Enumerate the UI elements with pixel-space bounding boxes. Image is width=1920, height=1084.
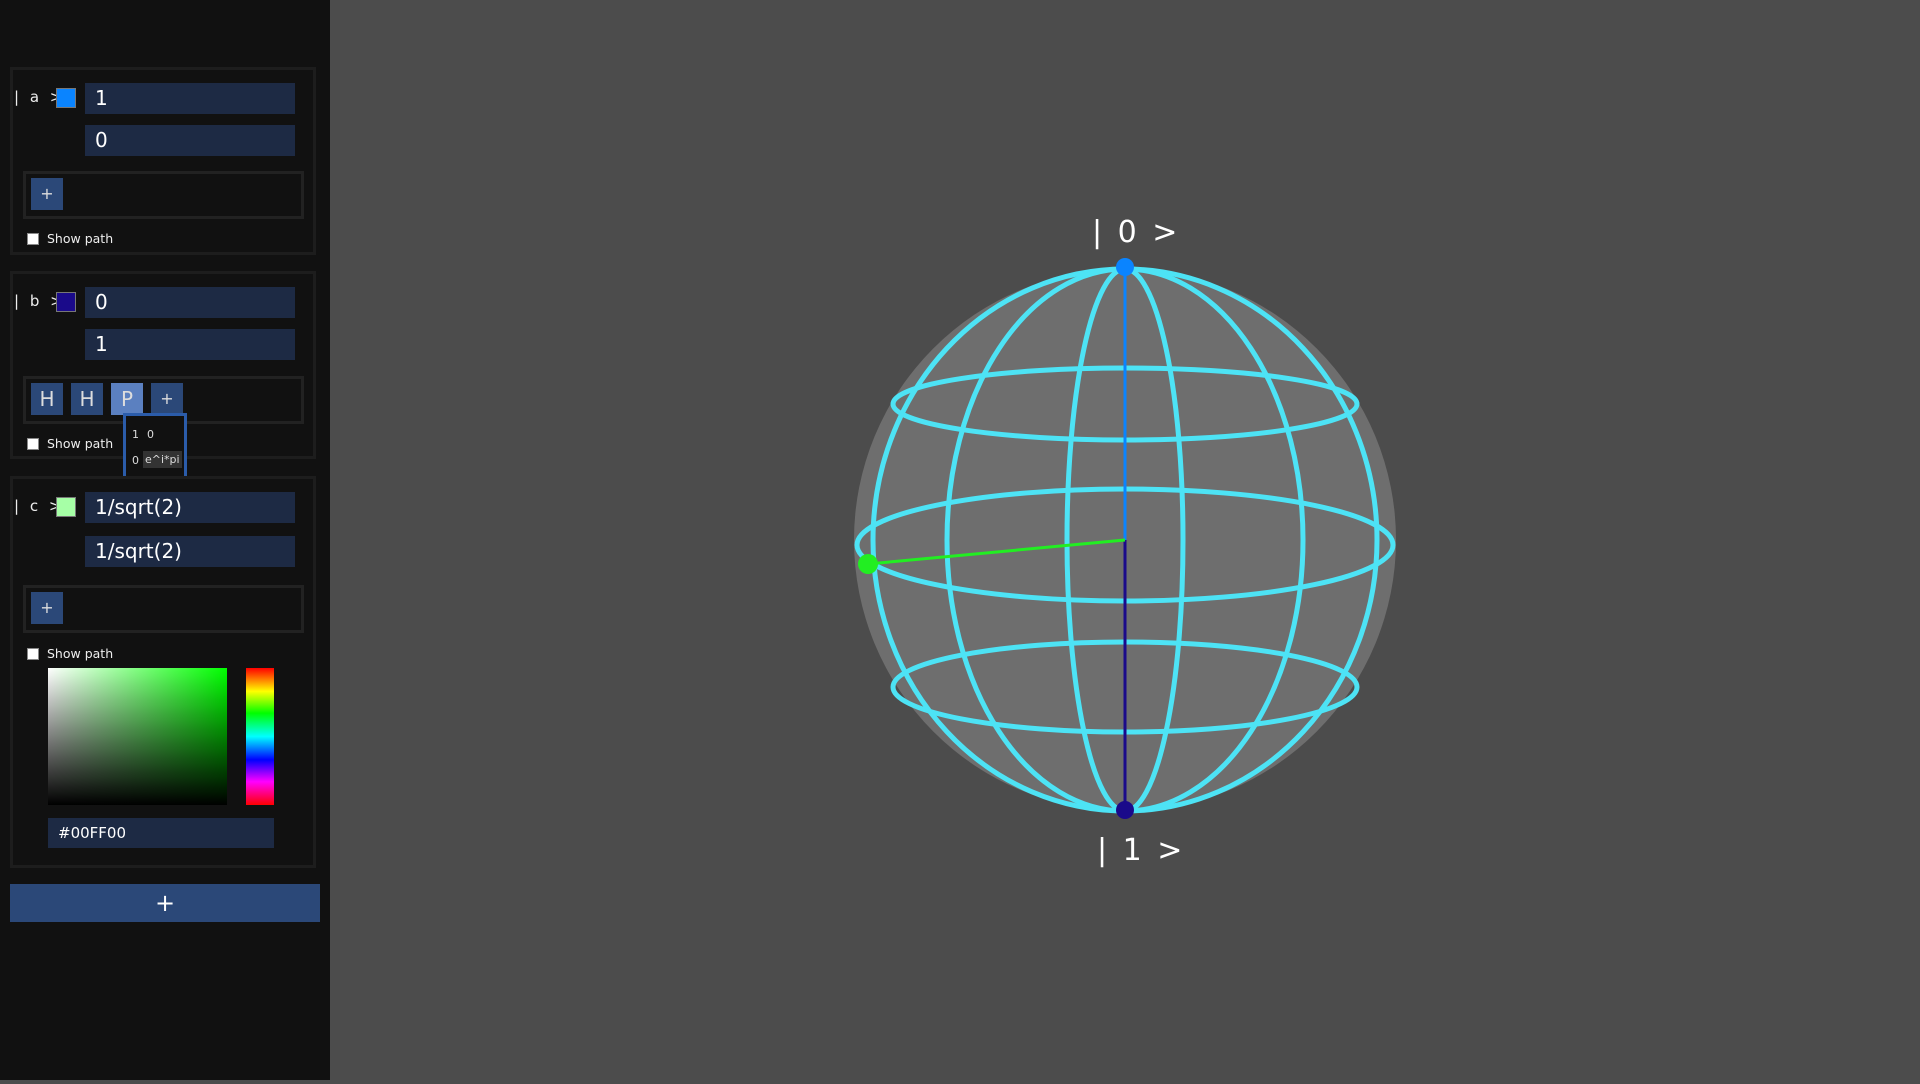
color-hex-input[interactable]: #00FF00 [48, 818, 274, 848]
amplitude-1-input-a[interactable]: 0 [85, 125, 295, 156]
ket-zero-label: | 0 > [1092, 215, 1181, 250]
state-point-a[interactable] [1116, 258, 1134, 276]
show-path-checkbox-a[interactable] [27, 232, 39, 245]
gate-bar-c: + [23, 585, 304, 633]
amplitude-1-input-c[interactable]: 1/sqrt(2) [85, 536, 295, 567]
ket-one-label: | 1 > [1097, 833, 1186, 868]
state-point-b[interactable] [1116, 801, 1134, 819]
amplitude-0-input-b[interactable]: 0 [85, 287, 295, 318]
color-swatch-b[interactable] [56, 292, 76, 312]
gate-p[interactable]: P [111, 383, 143, 415]
add-gate-button-b[interactable]: + [151, 383, 183, 415]
show-path-checkbox-c[interactable] [27, 647, 39, 660]
gate-h-2[interactable]: H [71, 383, 103, 415]
show-path-label-b: Show path [47, 436, 114, 451]
add-gate-button-c[interactable]: + [31, 592, 63, 624]
bloch-sphere[interactable] [330, 0, 1920, 1080]
matrix-r1c2: 0 [147, 428, 154, 441]
show-path-label-c: Show path [47, 646, 114, 661]
amplitude-0-input-c[interactable]: 1/sqrt(2) [85, 492, 295, 523]
matrix-r1c1: 1 [132, 428, 139, 441]
gate-matrix-popup: 1 0 0 e^i*pi [123, 413, 187, 479]
gate-bar-a: + [23, 171, 304, 219]
matrix-r2c1: 0 [132, 454, 139, 467]
matrix-r2c2: e^i*pi [143, 451, 182, 468]
show-path-a[interactable]: Show path [27, 231, 113, 246]
add-gate-button-a[interactable]: + [31, 178, 63, 210]
state-point-c[interactable] [858, 554, 878, 574]
show-path-label-a: Show path [47, 231, 114, 246]
color-picker-saturation-area[interactable] [48, 668, 227, 805]
show-path-b[interactable]: Show path [27, 436, 113, 451]
amplitude-1-input-b[interactable]: 1 [85, 329, 295, 360]
gate-h-1[interactable]: H [31, 383, 63, 415]
color-swatch-c[interactable] [56, 497, 76, 517]
color-picker-hue-slider[interactable] [246, 668, 274, 805]
amplitude-0-input-a[interactable]: 1 [85, 83, 295, 114]
bloch-sphere-canvas[interactable]: | 0 > | 1 > [330, 0, 1920, 1080]
show-path-checkbox-b[interactable] [27, 437, 39, 450]
add-qubit-button[interactable]: + [10, 884, 320, 922]
sidebar: | a > 1 0 + Show path | b > 0 1 H H P + … [0, 0, 330, 1080]
color-swatch-a[interactable] [56, 88, 76, 108]
show-path-c[interactable]: Show path [27, 646, 113, 661]
